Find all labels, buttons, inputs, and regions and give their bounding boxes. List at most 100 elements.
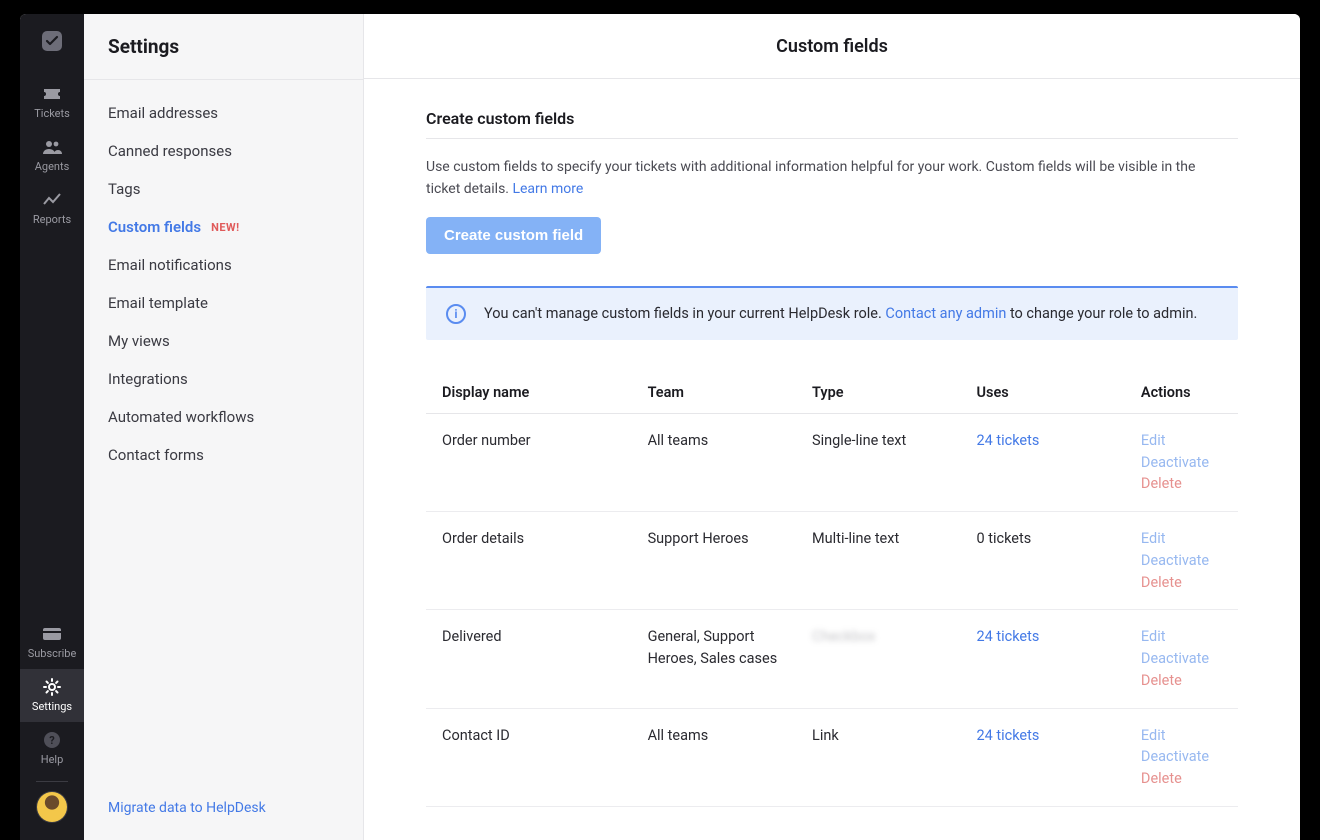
action-delete[interactable]: Delete: [1141, 768, 1222, 790]
rail-label: Agents: [35, 160, 70, 173]
rail-item-settings[interactable]: Settings: [20, 669, 84, 722]
blurred-type: Checkbox: [812, 628, 876, 645]
cell-uses: 0 tickets: [960, 512, 1124, 610]
permission-notice: i You can't manage custom fields in your…: [426, 286, 1238, 340]
create-custom-field-button[interactable]: Create custom field: [426, 217, 601, 254]
col-type: Type: [796, 372, 960, 414]
rail-label: Tickets: [34, 107, 70, 120]
action-edit[interactable]: Edit: [1141, 725, 1222, 747]
action-edit[interactable]: Edit: [1141, 626, 1222, 648]
cell-display-name: Contact ID: [426, 708, 632, 806]
new-badge: NEW!: [211, 221, 240, 234]
sidebar-item-label: Email notifications: [108, 256, 232, 274]
divider: [426, 138, 1238, 139]
action-deactivate[interactable]: Deactivate: [1141, 550, 1222, 572]
sidebar-item-label: Contact forms: [108, 446, 204, 464]
card-icon: [43, 625, 61, 643]
uses-link[interactable]: 24 tickets: [976, 432, 1039, 449]
action-deactivate[interactable]: Deactivate: [1141, 452, 1222, 474]
main-body: Create custom fields Use custom fields t…: [364, 79, 1300, 840]
sidebar-item-label: My views: [108, 332, 170, 350]
sidebar-item-label: Integrations: [108, 370, 188, 388]
cell-type: Single-line text: [796, 413, 960, 511]
main-panel: Custom fields Create custom fields Use c…: [364, 14, 1300, 840]
sidebar-list: Email addressesCanned responsesTagsCusto…: [84, 80, 363, 488]
cell-display-name: Order number: [426, 413, 632, 511]
rail-label: Settings: [32, 700, 72, 713]
sidebar-item-contact-forms[interactable]: Contact forms: [84, 436, 363, 474]
cell-team: All teams: [632, 413, 796, 511]
ticket-icon: [43, 85, 61, 103]
learn-more-link[interactable]: Learn more: [512, 181, 583, 197]
sidebar-item-email-addresses[interactable]: Email addresses: [84, 94, 363, 132]
uses-link[interactable]: 24 tickets: [976, 727, 1039, 744]
rail-item-tickets[interactable]: Tickets: [20, 76, 84, 129]
rail-item-subscribe[interactable]: Subscribe: [20, 616, 84, 669]
page-title: Custom fields: [364, 14, 1300, 79]
sidebar-item-custom-fields[interactable]: Custom fields NEW!: [84, 208, 363, 246]
cell-display-name: Delivered: [426, 610, 632, 708]
rail-item-agents[interactable]: Agents: [20, 129, 84, 182]
app-logo[interactable]: [39, 28, 65, 54]
action-edit[interactable]: Edit: [1141, 528, 1222, 550]
notice-post: to change your role to admin.: [1006, 305, 1197, 322]
help-icon: ?: [43, 731, 61, 749]
sidebar-item-label: Automated workflows: [108, 408, 254, 426]
cell-actions: EditDeactivateDelete: [1125, 413, 1238, 511]
app-shell: Tickets Agents Reports Subscribe Setting…: [20, 14, 1300, 840]
uses-link[interactable]: 24 tickets: [976, 628, 1039, 645]
avatar[interactable]: [37, 792, 67, 822]
action-delete[interactable]: Delete: [1141, 572, 1222, 594]
col-uses: Uses: [960, 372, 1124, 414]
sidebar-item-tags[interactable]: Tags: [84, 170, 363, 208]
sidebar-item-label: Custom fields: [108, 218, 201, 236]
cell-uses: 24 tickets: [960, 413, 1124, 511]
sidebar-item-label: Email addresses: [108, 104, 218, 122]
action-deactivate[interactable]: Deactivate: [1141, 746, 1222, 768]
action-deactivate[interactable]: Deactivate: [1141, 648, 1222, 670]
contact-admin-link[interactable]: Contact any admin: [885, 305, 1006, 322]
info-icon: i: [446, 304, 466, 324]
notice-pre: You can't manage custom fields in your c…: [484, 305, 885, 322]
notice-text: You can't manage custom fields in your c…: [484, 305, 1197, 322]
sidebar-item-automated-workflows[interactable]: Automated workflows: [84, 398, 363, 436]
cell-type: Checkbox: [796, 610, 960, 708]
cell-actions: EditDeactivateDelete: [1125, 708, 1238, 806]
rail-label: Subscribe: [28, 647, 77, 660]
cell-actions: EditDeactivateDelete: [1125, 610, 1238, 708]
action-delete[interactable]: Delete: [1141, 670, 1222, 692]
uses-value: 0 tickets: [976, 530, 1031, 547]
custom-fields-table: Display name Team Type Uses Actions Orde…: [426, 372, 1238, 807]
col-team: Team: [632, 372, 796, 414]
cell-team: Support Heroes: [632, 512, 796, 610]
sidebar-item-canned-responses[interactable]: Canned responses: [84, 132, 363, 170]
table-row: Order numberAll teamsSingle-line text 24 …: [426, 413, 1238, 511]
cell-uses: 24 tickets: [960, 610, 1124, 708]
cell-actions: EditDeactivateDelete: [1125, 512, 1238, 610]
sidebar-footer: Migrate data to HelpDesk: [84, 779, 363, 840]
rail-item-reports[interactable]: Reports: [20, 182, 84, 235]
sidebar-item-label: Email template: [108, 294, 208, 312]
svg-text:?: ?: [49, 734, 55, 747]
section-description: Use custom fields to specify your ticket…: [426, 157, 1206, 200]
rail-label: Help: [41, 753, 64, 766]
migrate-link[interactable]: Migrate data to HelpDesk: [108, 800, 266, 816]
settings-sidebar: Settings Email addressesCanned responses…: [84, 14, 364, 840]
reports-icon: [43, 191, 61, 209]
cell-team: All teams: [632, 708, 796, 806]
cell-uses: 24 tickets: [960, 708, 1124, 806]
sidebar-item-email-notifications[interactable]: Email notifications: [84, 246, 363, 284]
action-edit[interactable]: Edit: [1141, 430, 1222, 452]
cell-type: Multi-line text: [796, 512, 960, 610]
action-delete[interactable]: Delete: [1141, 473, 1222, 495]
section-title: Create custom fields: [426, 109, 1238, 128]
sidebar-item-my-views[interactable]: My views: [84, 322, 363, 360]
rail-divider: [36, 781, 68, 782]
cell-display-name: Order details: [426, 512, 632, 610]
sidebar-item-integrations[interactable]: Integrations: [84, 360, 363, 398]
sidebar-item-email-template[interactable]: Email template: [84, 284, 363, 322]
col-display-name: Display name: [426, 372, 632, 414]
table-row: DeliveredGeneral, Support Heroes, Sales …: [426, 610, 1238, 708]
table-row: Contact IDAll teamsLink24 ticketsEditDea…: [426, 708, 1238, 806]
rail-item-help[interactable]: ? Help: [20, 722, 84, 775]
